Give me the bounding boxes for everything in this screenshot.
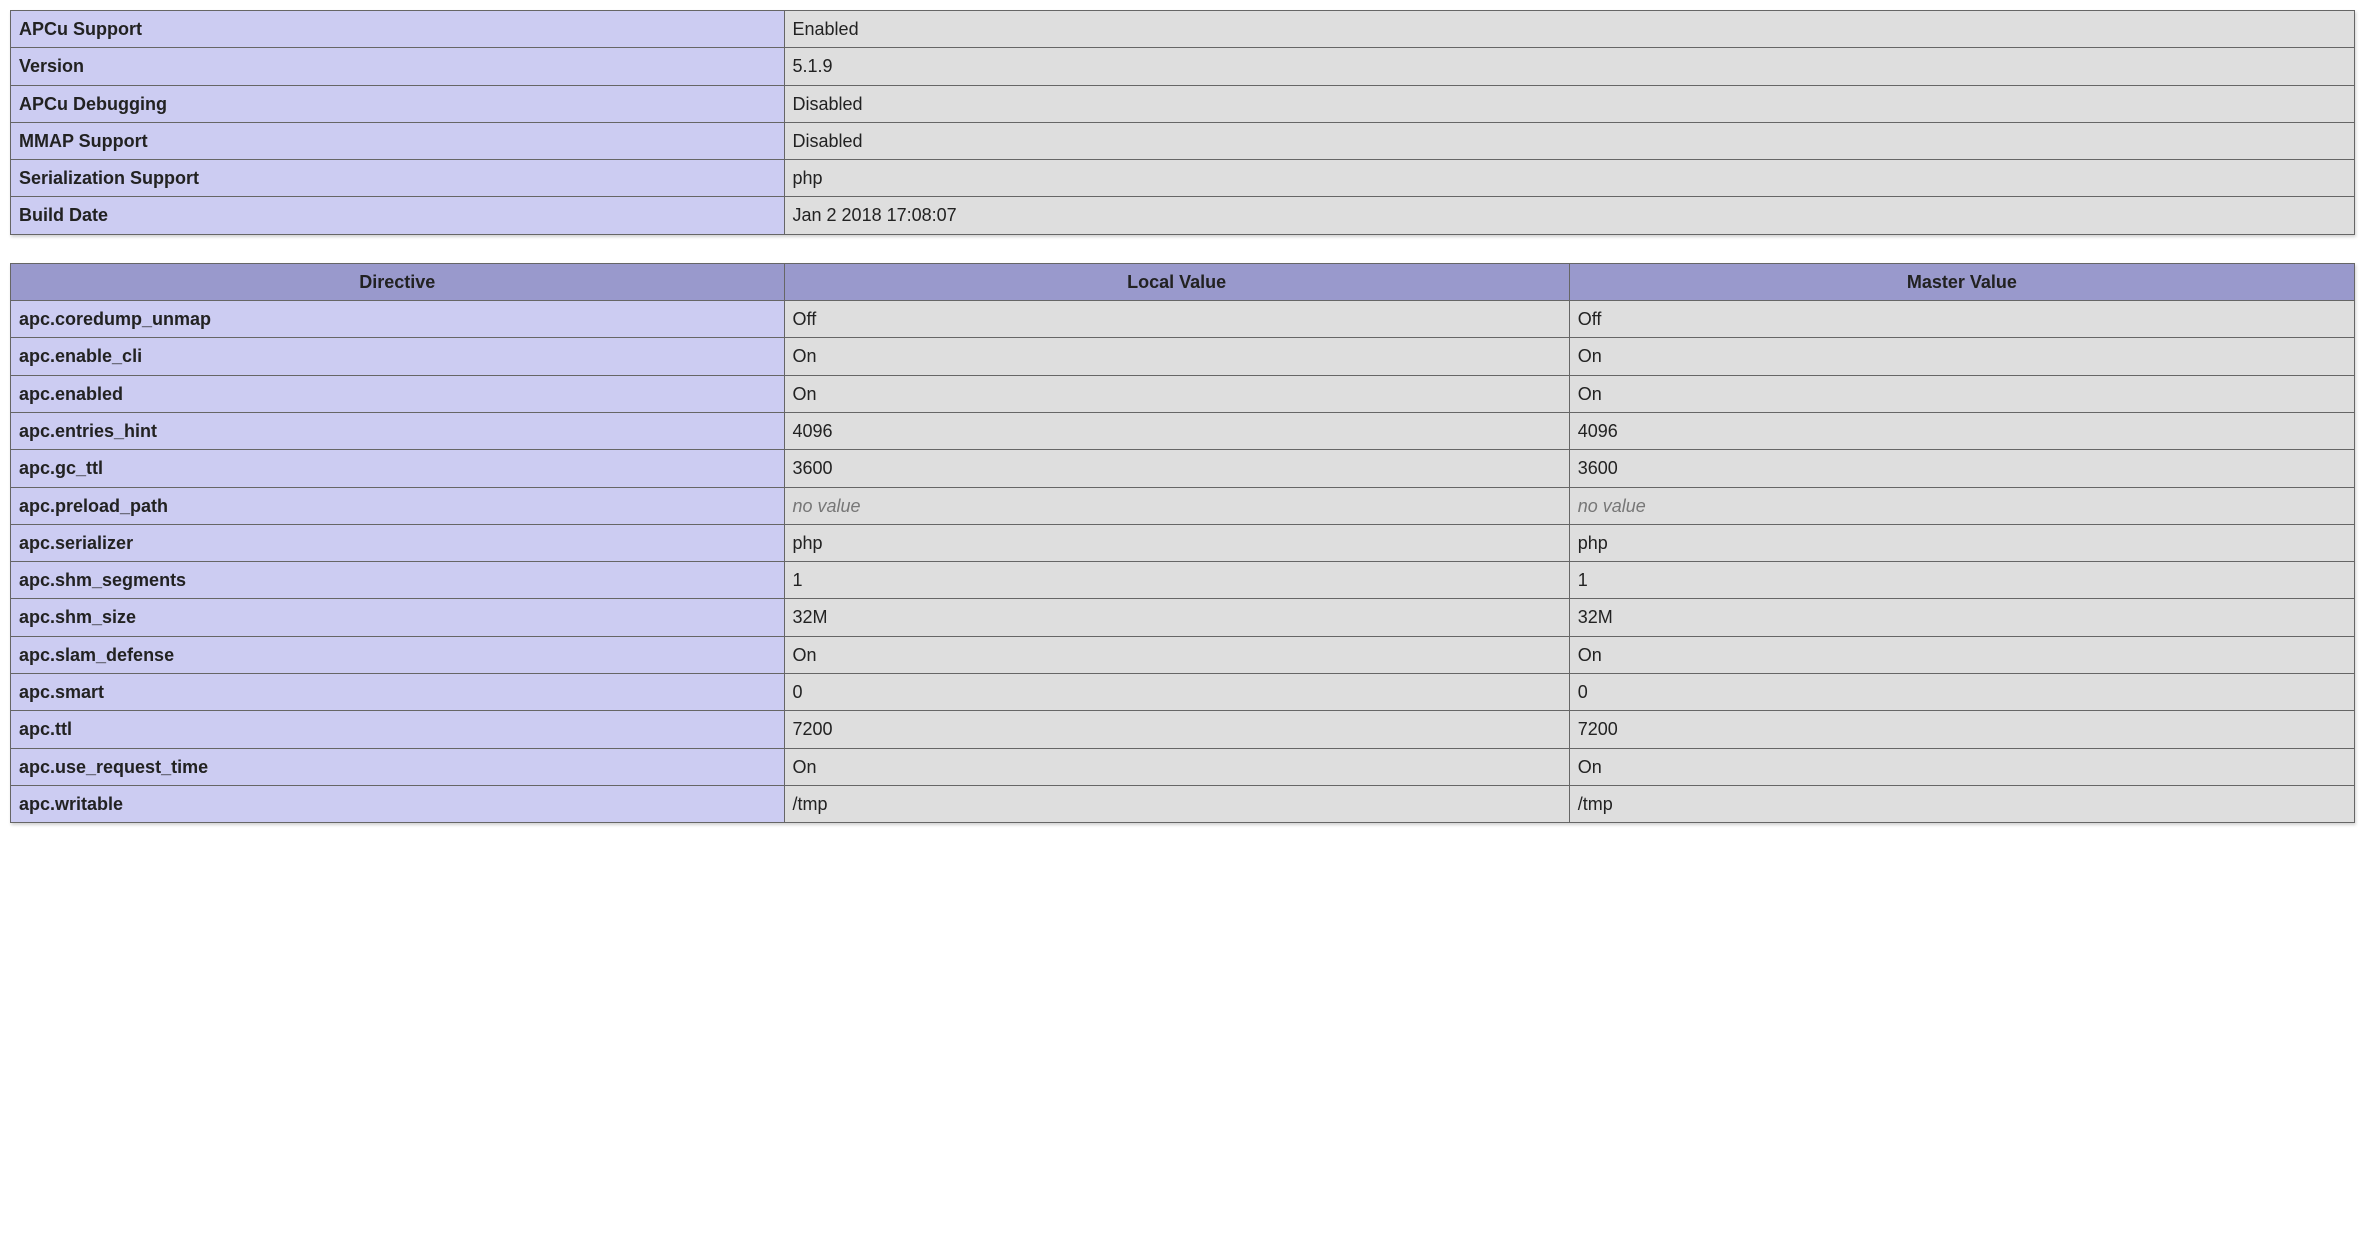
directive-master-value: On [1569,748,2354,785]
directive-master-value: no value [1569,487,2354,524]
directive-row: apc.preload_path no value no value [11,487,2355,524]
directive-name: apc.use_request_time [11,748,785,785]
directive-local-value: On [784,748,1569,785]
directive-local-value: /tmp [784,785,1569,822]
directive-local-value: php [784,524,1569,561]
directive-master-value: 4096 [1569,412,2354,449]
info-row: APCu DebuggingDisabled [11,85,2355,122]
directive-local-value: 1 [784,562,1569,599]
no-value: no value [1578,496,1646,516]
directive-local-value: 32M [784,599,1569,636]
directive-master-value: /tmp [1569,785,2354,822]
directive-master-value: 0 [1569,674,2354,711]
directive-local-value: 0 [784,674,1569,711]
directive-row: apc.entries_hint40964096 [11,412,2355,449]
header-directive: Directive [11,263,785,300]
directive-row: apc.enable_cliOnOn [11,338,2355,375]
directive-name: apc.ttl [11,711,785,748]
info-label: APCu Support [11,11,785,48]
info-value: Enabled [784,11,2354,48]
directive-name: apc.gc_ttl [11,450,785,487]
directive-name: apc.entries_hint [11,412,785,449]
directive-master-value: 32M [1569,599,2354,636]
directive-row: apc.smart00 [11,674,2355,711]
info-row: Version5.1.9 [11,48,2355,85]
info-row: MMAP SupportDisabled [11,122,2355,159]
no-value: no value [793,496,861,516]
info-row: APCu SupportEnabled [11,11,2355,48]
directive-local-value: 3600 [784,450,1569,487]
info-value: Jan 2 2018 17:08:07 [784,197,2354,234]
directive-row: apc.shm_size32M32M [11,599,2355,636]
info-value: Disabled [784,122,2354,159]
directive-name: apc.enable_cli [11,338,785,375]
directive-local-value: On [784,636,1569,673]
info-label: APCu Debugging [11,85,785,122]
directive-local-value: Off [784,301,1569,338]
info-label: Version [11,48,785,85]
directive-row: apc.serializerphpphp [11,524,2355,561]
directive-local-value: no value [784,487,1569,524]
info-value: php [784,160,2354,197]
directive-local-value: 7200 [784,711,1569,748]
directive-local-value: On [784,375,1569,412]
directive-row: apc.slam_defenseOnOn [11,636,2355,673]
directive-master-value: Off [1569,301,2354,338]
directive-master-value: 3600 [1569,450,2354,487]
directive-local-value: On [784,338,1569,375]
info-label: Build Date [11,197,785,234]
info-label: MMAP Support [11,122,785,159]
directive-master-value: php [1569,524,2354,561]
info-row: Build DateJan 2 2018 17:08:07 [11,197,2355,234]
directive-row: apc.gc_ttl36003600 [11,450,2355,487]
header-master-value: Master Value [1569,263,2354,300]
directive-master-value: On [1569,636,2354,673]
info-value: Disabled [784,85,2354,122]
directive-row: apc.shm_segments11 [11,562,2355,599]
info-row: Serialization Supportphp [11,160,2355,197]
directive-master-value: 7200 [1569,711,2354,748]
directive-row: apc.use_request_timeOnOn [11,748,2355,785]
directive-row: apc.coredump_unmapOffOff [11,301,2355,338]
apcu-info-table: APCu SupportEnabledVersion5.1.9APCu Debu… [10,10,2355,235]
directive-name: apc.coredump_unmap [11,301,785,338]
directive-row: apc.writable/tmp/tmp [11,785,2355,822]
directive-name: apc.slam_defense [11,636,785,673]
apcu-directives-table: Directive Local Value Master Value apc.c… [10,263,2355,823]
directive-row: apc.enabledOnOn [11,375,2355,412]
directive-master-value: 1 [1569,562,2354,599]
directive-master-value: On [1569,338,2354,375]
directive-name: apc.writable [11,785,785,822]
directive-name: apc.shm_segments [11,562,785,599]
info-label: Serialization Support [11,160,785,197]
directive-name: apc.smart [11,674,785,711]
directive-name: apc.shm_size [11,599,785,636]
info-value: 5.1.9 [784,48,2354,85]
directive-master-value: On [1569,375,2354,412]
directive-name: apc.enabled [11,375,785,412]
directive-name: apc.serializer [11,524,785,561]
header-local-value: Local Value [784,263,1569,300]
directive-name: apc.preload_path [11,487,785,524]
directive-row: apc.ttl72007200 [11,711,2355,748]
directive-local-value: 4096 [784,412,1569,449]
